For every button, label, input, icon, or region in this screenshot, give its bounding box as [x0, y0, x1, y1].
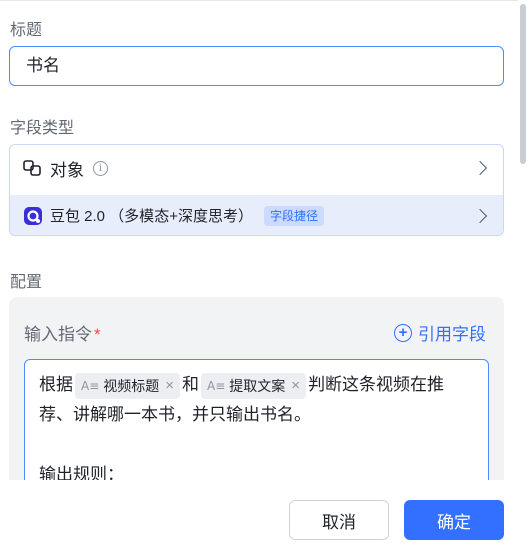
required-mark: *: [94, 325, 101, 344]
type-row-model[interactable]: 豆包 2.0 （多模态+深度思考） 字段捷径: [10, 195, 503, 235]
cancel-button[interactable]: 取消: [289, 500, 389, 540]
chevron-right-icon: [472, 208, 488, 223]
title-input[interactable]: 书名: [9, 46, 504, 86]
editor-text-line3: 输出规则：: [39, 465, 124, 480]
chevron-right-icon: [472, 160, 488, 176]
shortcut-tag: 字段捷径: [264, 206, 325, 226]
reference-field-label: 引用字段: [418, 325, 486, 344]
close-icon[interactable]: ×: [165, 371, 174, 401]
scrollbar[interactable]: [520, 4, 526, 164]
doubao-logo-icon: [22, 205, 44, 227]
text-field-icon: A≡: [207, 378, 226, 393]
field-type-selector: 对象 i 豆包 2.0 （多模态+深度思考） 字段捷径: [9, 144, 504, 236]
field-chip[interactable]: A≡ 提取文案 ×: [201, 371, 307, 401]
footer: 取消 确定: [0, 480, 530, 560]
chip-label: 提取文案: [229, 377, 286, 394]
command-label-text: 输入指令: [24, 325, 92, 344]
config-section-label: 配置: [10, 274, 43, 291]
divider: [0, 0, 518, 1]
command-editor[interactable]: 根据 A≡ 视频标题 × 和 A≡ 提取文案 × 判断这条视频在推荐、讲解哪一本书，并只输出书名…: [24, 359, 489, 480]
field-chip[interactable]: A≡ 视频标题 ×: [75, 371, 181, 401]
add-circle-icon: +: [394, 323, 412, 342]
reference-field-button[interactable]: + 引用字段: [394, 320, 486, 345]
field-config-panel: 标题 书名 字段类型 对象 i 豆包 2.0 （多模态+深度思考） 字段捷径 配…: [0, 0, 518, 480]
chip-label: 视频标题: [103, 377, 160, 394]
object-link-icon: [22, 157, 44, 179]
info-icon[interactable]: i: [93, 160, 108, 176]
object-label: 对象: [50, 160, 84, 180]
model-name: 豆包 2.0 （多模态+深度思考）: [50, 208, 253, 225]
editor-text-middle: 和: [182, 375, 200, 394]
text-field-icon: A≡: [81, 378, 100, 393]
field-type-label: 字段类型: [10, 120, 75, 137]
type-row-object[interactable]: 对象 i: [10, 145, 503, 191]
close-icon[interactable]: ×: [291, 371, 300, 401]
command-label: 输入指令 *: [24, 320, 101, 345]
editor-text-prefix: 根据: [39, 375, 73, 394]
confirm-button[interactable]: 确定: [404, 500, 504, 540]
title-section-label: 标题: [10, 22, 43, 39]
